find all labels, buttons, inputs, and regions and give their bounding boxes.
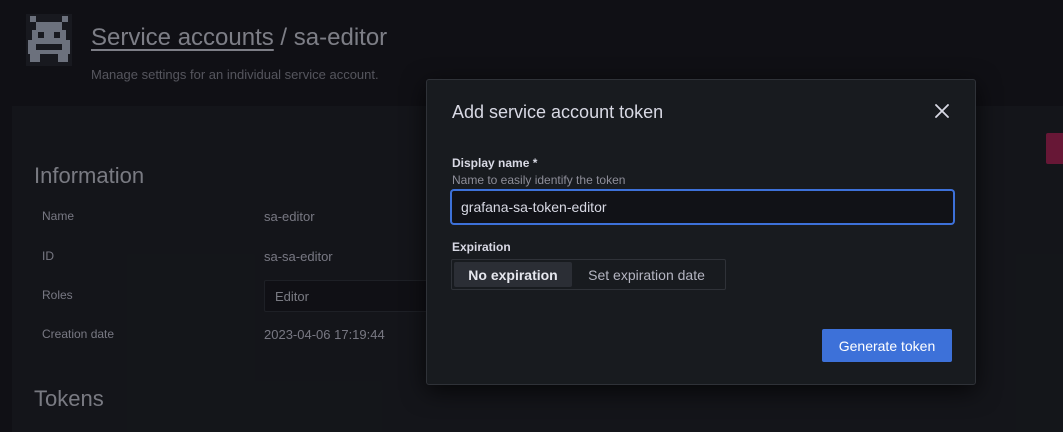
set-expiration-date-option[interactable]: Set expiration date [572,262,721,287]
close-button[interactable] [933,102,951,120]
no-expiration-option[interactable]: No expiration [454,262,572,287]
display-name-description: Name to easily identify the token [452,173,626,187]
add-token-modal: Add service account token Display name *… [426,79,976,385]
display-name-input[interactable] [451,190,954,224]
expiration-label: Expiration [452,240,511,254]
display-name-label: Display name * [452,156,538,170]
close-icon [935,104,949,118]
expiration-radio-group: No expiration Set expiration date [451,259,726,290]
modal-title: Add service account token [452,102,664,122]
generate-token-button[interactable]: Generate token [822,329,952,362]
